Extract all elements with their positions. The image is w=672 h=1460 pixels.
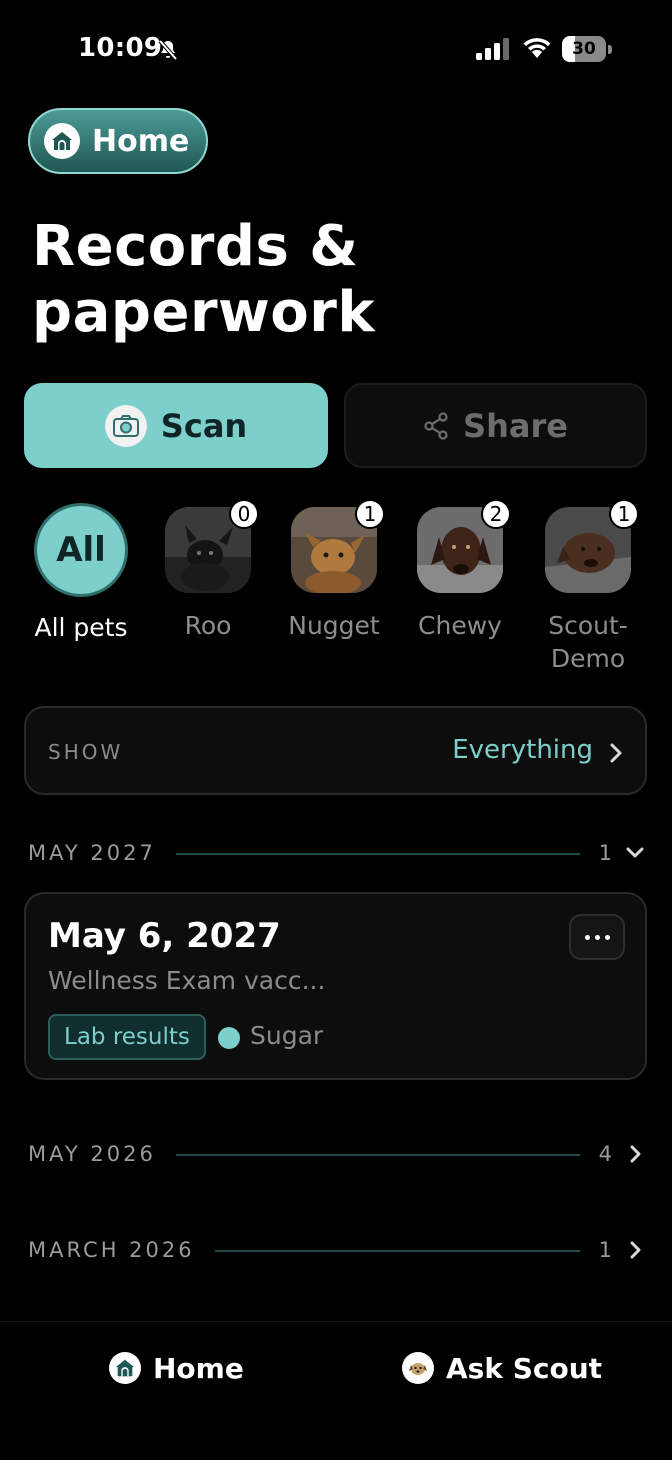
- month-count: 1: [598, 1238, 612, 1262]
- record-date: May 6, 2027: [48, 916, 281, 956]
- tab-home[interactable]: Home: [109, 1348, 244, 1388]
- bell-off-icon: [158, 39, 178, 61]
- pet-photo: 2: [417, 499, 511, 593]
- battery-level: 30: [572, 39, 596, 59]
- cellular-signal-icon: [476, 38, 509, 60]
- month-divider: [176, 853, 580, 855]
- status-time: 10:09: [78, 33, 163, 63]
- home-pill-label: Home: [92, 123, 190, 159]
- show-filter-label: SHOW: [48, 740, 124, 764]
- scan-button[interactable]: Scan: [24, 383, 328, 468]
- month-divider: [215, 1250, 580, 1252]
- share-button[interactable]: Share: [344, 383, 647, 468]
- tab-ask-scout[interactable]: Ask Scout: [402, 1348, 602, 1388]
- bottom-tab-bar: Home Ask Scout: [0, 1321, 672, 1460]
- record-pet-name: Sugar: [250, 1021, 324, 1050]
- wifi-icon: [523, 38, 551, 58]
- dog-face-icon: [402, 1352, 434, 1384]
- battery-icon: 30: [562, 36, 612, 62]
- more-options-button[interactable]: [569, 914, 625, 960]
- tab-ask-scout-label: Ask Scout: [446, 1351, 603, 1385]
- tab-home-label: Home: [153, 1351, 244, 1385]
- pet-photo: 1: [291, 499, 385, 593]
- pet-label: All pets: [34, 613, 128, 642]
- pet-avatar-all: All: [34, 503, 128, 597]
- pet-record-count: 0: [229, 499, 259, 529]
- pet-avatar-all-text: All: [56, 530, 106, 570]
- pet-photo: 1: [545, 499, 639, 593]
- chevron-right-icon: [630, 1241, 641, 1259]
- page-title: Records & paperwork: [32, 214, 376, 345]
- share-label: Share: [463, 406, 568, 445]
- month-group-may-2026[interactable]: MAY 2026 4: [28, 1139, 644, 1169]
- show-filter[interactable]: SHOW Everything: [24, 706, 647, 795]
- pet-filter-all[interactable]: All All pets: [21, 503, 141, 644]
- pet-label: Chewy: [418, 611, 502, 640]
- pet-record-count: 2: [481, 499, 511, 529]
- doghouse-icon: [109, 1352, 141, 1384]
- pet-photo: 0: [165, 499, 259, 593]
- camera-icon: [104, 404, 147, 447]
- record-description: Wellness Exam vacc...: [48, 966, 326, 995]
- pet-filter-nugget[interactable]: 1 Nugget: [274, 499, 394, 642]
- month-divider: [176, 1154, 580, 1156]
- scan-label: Scan: [160, 406, 248, 445]
- month-label: MAY 2026: [28, 1142, 156, 1166]
- pet-record-count: 1: [355, 499, 385, 529]
- pet-filter-roo[interactable]: 0 Roo: [148, 499, 268, 642]
- pet-color-dot: [218, 1027, 240, 1049]
- pet-record-count: 1: [609, 499, 639, 529]
- record-type-tag: Lab results: [48, 1014, 206, 1060]
- pet-label: Nugget: [288, 611, 380, 640]
- status-bar: 10:09 30: [0, 0, 672, 100]
- share-icon: [424, 411, 448, 440]
- month-group-march-2026[interactable]: MARCH 2026 1: [28, 1235, 644, 1265]
- chevron-right-icon: [630, 1145, 641, 1163]
- pet-filter-chewy[interactable]: 2 Chewy: [400, 499, 520, 642]
- month-count: 4: [598, 1142, 612, 1166]
- show-filter-value: Everything: [452, 735, 593, 765]
- chevron-down-icon: [626, 847, 644, 858]
- pet-label: Roo: [184, 611, 232, 640]
- month-count: 1: [598, 841, 612, 865]
- doghouse-icon: [44, 123, 80, 159]
- pet-label: Scout-Demo: [548, 611, 628, 673]
- record-card[interactable]: May 6, 2027 Wellness Exam vacc... Lab re…: [24, 892, 647, 1080]
- month-group-may-2027[interactable]: MAY 2027 1: [28, 838, 644, 868]
- home-pill-button[interactable]: Home: [28, 108, 208, 174]
- chevron-right-icon: [610, 743, 622, 763]
- month-label: MARCH 2026: [28, 1238, 195, 1262]
- month-label: MAY 2027: [28, 841, 156, 865]
- pet-filter-scout-demo[interactable]: 1 Scout-Demo: [528, 499, 648, 675]
